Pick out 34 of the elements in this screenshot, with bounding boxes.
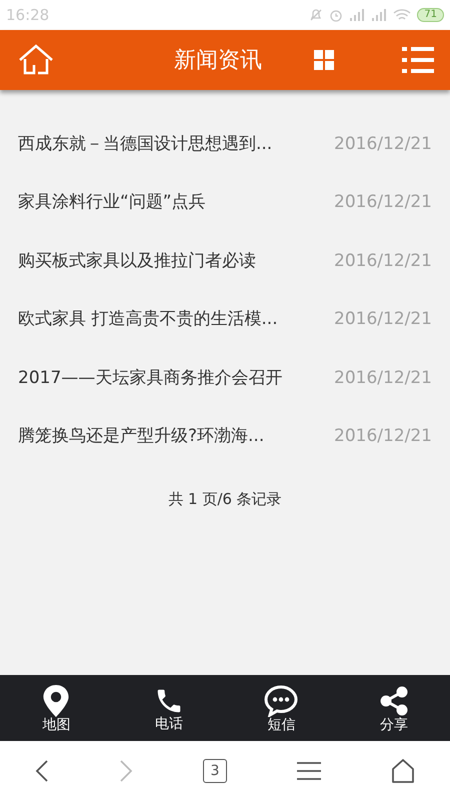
news-date: 2016/12/21 [334,132,432,156]
page-title: 新闻资讯 [174,46,262,74]
share-icon [378,684,410,716]
news-title-link[interactable]: 欧式家具 打造高贵不贵的生活模... [18,307,278,332]
back-icon[interactable] [35,758,49,782]
news-date: 2016/12/21 [334,191,432,214]
news-title-link[interactable]: 西成东就－当德国设计思想遇到... [18,132,272,157]
alarm-clock-icon [329,8,344,22]
speech-bubble-icon [264,684,298,716]
news-date: 2016/12/21 [334,425,432,448]
news-date: 2016/12/21 [334,250,432,272]
forward-icon[interactable] [119,758,133,782]
news-title-link[interactable]: 2017——天坛家具商务推介会召开 [18,366,282,391]
home-outline-icon[interactable] [391,758,415,782]
bottom-nav-item[interactable]: 电话 [112,686,225,730]
wifi-icon [393,8,412,22]
battery-indicator: 71 [417,8,444,22]
news-title-link[interactable]: 家具涂料行业“问题”点兵 [18,190,206,216]
location-pin-icon [42,684,70,716]
news-title-link[interactable]: 购买板式家具以及推拉门者必读 [18,248,256,274]
news-date: 2016/12/21 [334,366,432,390]
pagination-info: 共 1 页/6 条记录 [168,489,282,510]
menu-icon[interactable] [297,760,321,780]
news-title-link[interactable]: 腾笼换鸟还是产型升级?环渤海... [18,424,264,450]
tabs-button[interactable]: 3 [203,758,227,782]
signal-icon [349,9,366,21]
grid-icon[interactable] [314,50,334,70]
list-menu-icon[interactable] [402,47,434,73]
bottom-nav-item[interactable]: 短信 [225,684,338,732]
bell-muted-icon [309,8,324,22]
news-date: 2016/12/21 [334,308,432,331]
signal-icon [371,9,388,21]
bottom-nav-item[interactable]: 分享 [338,684,450,732]
bottom-nav-item[interactable]: 地图 [0,684,112,732]
